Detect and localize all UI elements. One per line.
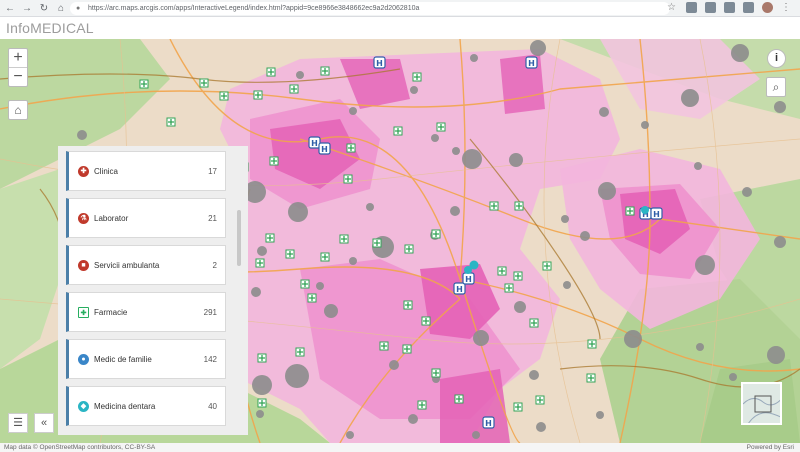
legend-label: Medic de familie [94, 355, 152, 364]
svg-text:H: H [456, 285, 463, 294]
list-icon: ☰ [13, 417, 23, 429]
legend-label: Laborator [94, 214, 129, 223]
legend-label: Farmacie [94, 308, 128, 317]
search-button[interactable]: ⌕ [766, 77, 786, 97]
svg-text:H: H [485, 419, 492, 428]
search-icon: ⌕ [772, 80, 780, 94]
svg-text:H: H [376, 59, 383, 68]
legend-count: 40 [208, 402, 217, 411]
reload-icon[interactable]: ↻ [37, 1, 51, 15]
home-button[interactable]: ⌂ [8, 100, 28, 120]
browser-extensions: ☆ ⋮ [667, 2, 792, 13]
layer-list-button[interactable]: ☰ [8, 413, 28, 433]
map-attribution-bar: Map data © OpenStreetMap contributors, C… [0, 443, 800, 452]
svg-text:H: H [653, 210, 660, 219]
info-icon: i [774, 52, 779, 64]
interactive-legend-panel: ✚ Clinica 17 ⚗ Laborator 21 ■ Servicii a… [58, 146, 248, 435]
svg-text:H: H [321, 145, 328, 154]
legend-item-farmacie[interactable]: ✚ Farmacie 291 [66, 292, 226, 332]
zoom-out-button[interactable]: − [9, 68, 27, 86]
legend-item-medicina-dentara[interactable]: ◆ Medicina dentara 40 [66, 386, 226, 426]
star-icon[interactable]: ☆ [667, 2, 678, 13]
double-chevron-left-icon: « [40, 417, 48, 429]
svg-text:H: H [465, 275, 472, 284]
powered-by-link[interactable]: Powered by Esri [747, 443, 794, 452]
app-header: InfoMEDICAL [0, 17, 800, 39]
forward-icon[interactable]: → [20, 1, 34, 15]
attribution-text: Map data © OpenStreetMap contributors, C… [4, 444, 156, 451]
extension-icon[interactable] [686, 2, 697, 13]
info-button[interactable]: i [767, 49, 786, 68]
back-icon[interactable]: ← [3, 1, 17, 15]
legend-count: 142 [203, 355, 217, 364]
ambulance-icon: ■ [78, 260, 89, 271]
overview-map[interactable] [741, 382, 782, 425]
legend-count: 291 [203, 308, 217, 317]
svg-text:H: H [311, 139, 318, 148]
address-bar[interactable]: ● https://arc.maps.arcgis.com/apps/Inter… [70, 2, 670, 15]
app-title: InfoMEDICAL [6, 20, 94, 36]
zoom-in-button[interactable]: + [9, 49, 27, 67]
legend-item-servicii-ambulanta[interactable]: ■ Servicii ambulanta 2 [66, 245, 226, 285]
map-view[interactable]: HH HH HH HH H + − ⌂ i ⌕ ✚ Clinica 17 ⚗ L… [0, 39, 800, 443]
legend-label: Clinica [94, 167, 119, 176]
pharmacy-cross-icon: ✚ [78, 307, 89, 318]
legend-count: 2 [212, 261, 217, 270]
lock-icon: ● [76, 5, 81, 12]
zoom-control: + − [8, 48, 28, 87]
legend-item-laborator[interactable]: ⚗ Laborator 21 [66, 198, 226, 238]
menu-icon[interactable]: ⋮ [781, 2, 792, 13]
family-doctor-icon: ● [78, 354, 89, 365]
browser-toolbar: ← → ↻ ⌂ ● https://arc.maps.arcgis.com/ap… [0, 0, 800, 17]
url-text: https://arc.maps.arcgis.com/apps/Interac… [88, 5, 420, 12]
legend-item-medic-de-familie[interactable]: ● Medic de familie 142 [66, 339, 226, 379]
legend-scrollbar[interactable] [237, 210, 241, 266]
home-icon: ⌂ [14, 103, 22, 117]
collapse-panel-button[interactable]: « [34, 413, 54, 433]
laboratory-icon: ⚗ [78, 213, 89, 224]
legend-count: 21 [208, 214, 217, 223]
dental-icon: ◆ [78, 401, 89, 412]
legend-item-clinica[interactable]: ✚ Clinica 17 [66, 151, 226, 191]
legend-label: Medicina dentara [94, 402, 156, 411]
profile-avatar[interactable] [762, 2, 773, 13]
legend-label: Servicii ambulanta [94, 261, 160, 270]
extension-icon[interactable] [724, 2, 735, 13]
legend-count: 17 [208, 167, 217, 176]
home-browser-icon[interactable]: ⌂ [54, 1, 68, 15]
clinic-icon: ✚ [78, 166, 89, 177]
extension-icon[interactable] [743, 2, 754, 13]
extension-icon[interactable] [705, 2, 716, 13]
overview-map-canvas [743, 384, 780, 423]
svg-text:H: H [528, 59, 535, 68]
